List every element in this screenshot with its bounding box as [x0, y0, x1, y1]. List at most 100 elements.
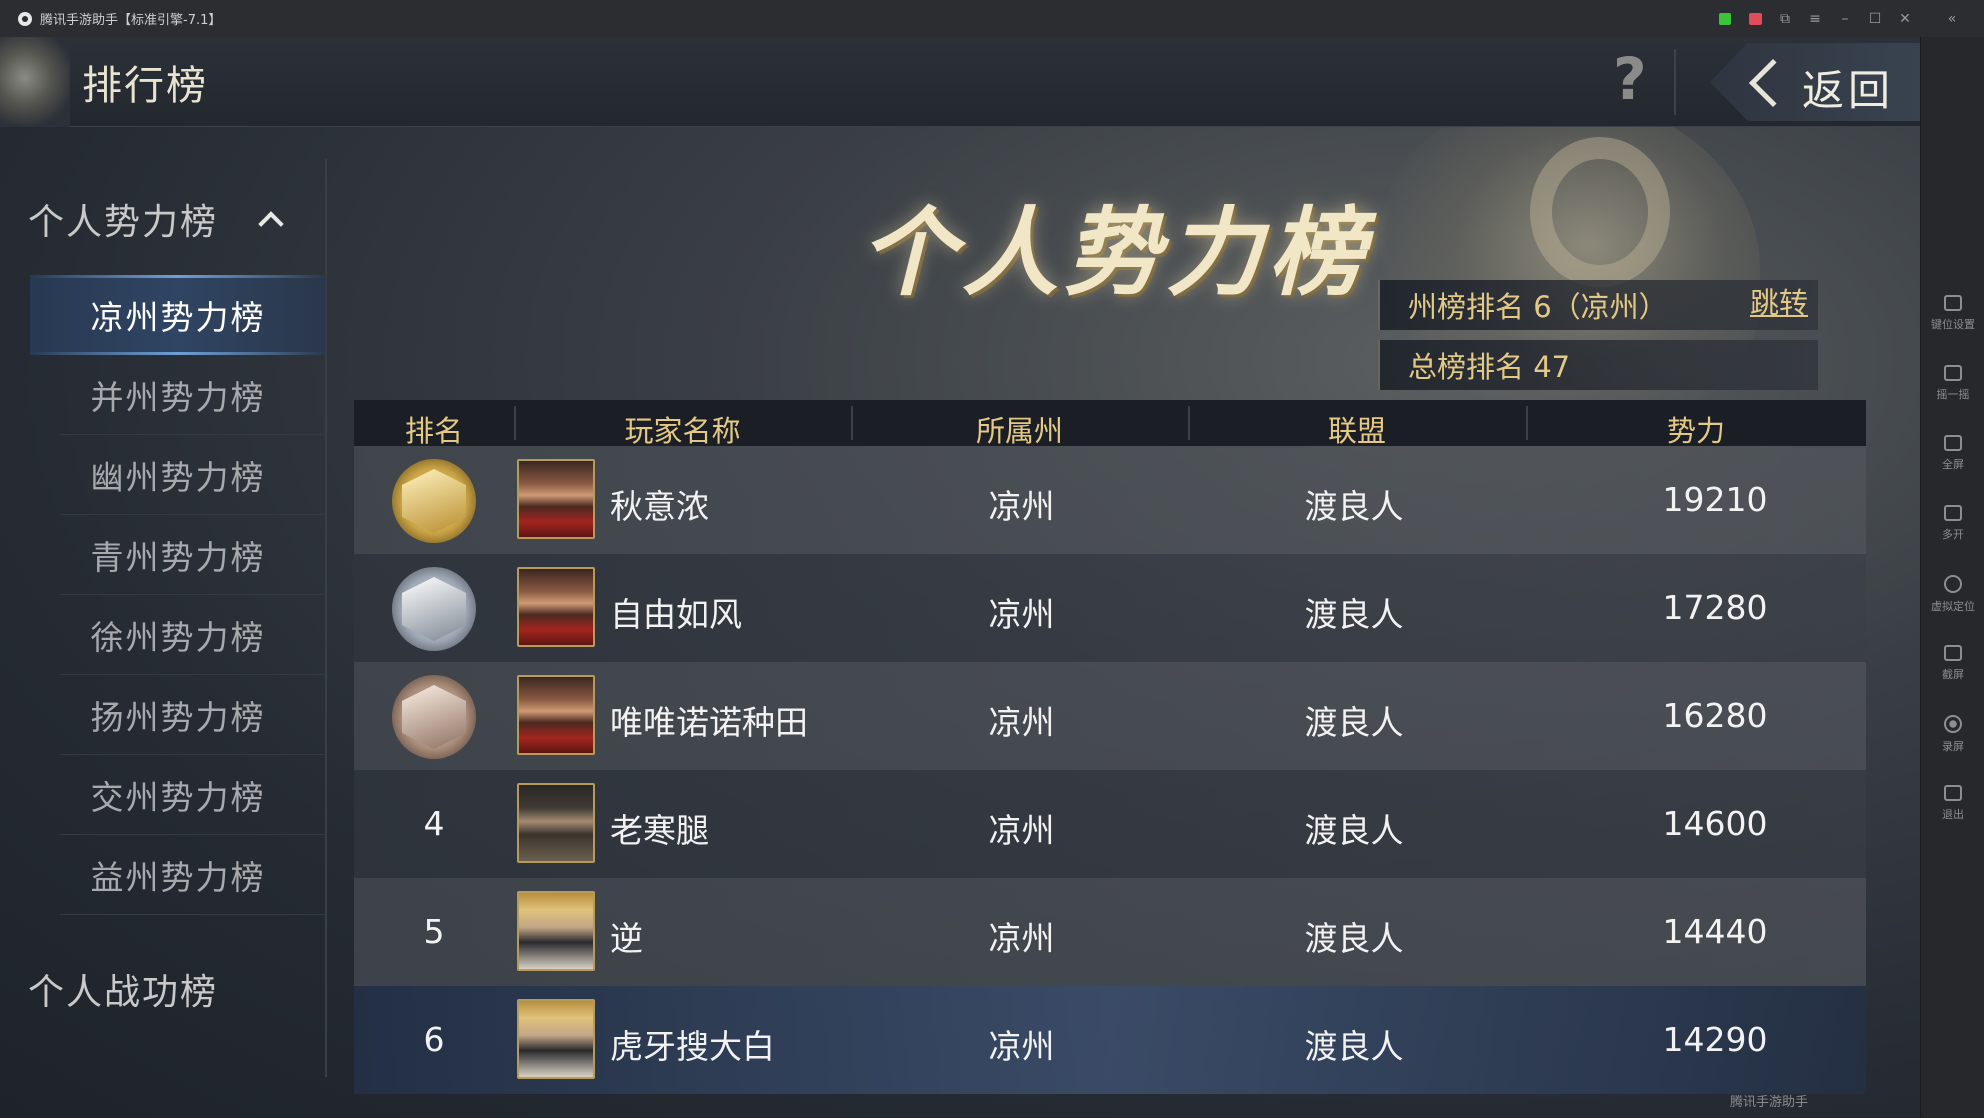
gift-icon[interactable]	[1740, 0, 1770, 37]
player-power: 14600	[1662, 804, 1768, 843]
nav-item-xuzhou[interactable]: 徐州势力榜	[30, 595, 326, 675]
nav-item-label: 交州势力榜	[90, 778, 266, 817]
multi-instance-button[interactable]: 多开	[1921, 505, 1984, 542]
back-button[interactable]: 返回	[1710, 43, 1920, 121]
location-icon	[1944, 575, 1962, 593]
header-divider	[1674, 49, 1676, 115]
table-row[interactable]: 自由如风 凉州 渡良人 17280	[354, 554, 1866, 662]
table-row[interactable]: 5 逆 凉州 渡良人 14440	[354, 878, 1866, 986]
shake-icon	[1944, 365, 1962, 381]
emulator-watermark: 腾讯手游助手	[1730, 1095, 1809, 1110]
total-rank-box: 总榜排名 47	[1378, 340, 1818, 390]
avatar[interactable]	[517, 999, 595, 1079]
table-row[interactable]: 4 老寒腿 凉州 渡良人 14600	[354, 770, 1866, 878]
pin-window-icon[interactable]: ⧉	[1770, 0, 1800, 37]
nav-item-label: 徐州势力榜	[90, 618, 266, 657]
table-row[interactable]: 秋意浓 凉州 渡良人 19210	[354, 446, 1866, 554]
player-name: 逆	[610, 919, 643, 958]
table-row[interactable]: 唯唯诺诺种田 凉州 渡良人 16280	[354, 662, 1866, 770]
avatar[interactable]	[517, 567, 595, 647]
game-viewport: 排行榜 ? 返回 个人势力榜 凉州势力榜 并州势力榜 幽州势力榜 青州势力榜 徐…	[0, 37, 1920, 1118]
nav-item-label: 青州势力榜	[90, 538, 266, 577]
nav-item-qingzhou[interactable]: 青州势力榜	[30, 515, 326, 595]
player-name: 虎牙搜大白	[610, 1027, 775, 1066]
close-button[interactable]: ✕	[1890, 0, 1920, 37]
avatar[interactable]	[517, 459, 595, 539]
nav-group-personal-merit[interactable]: 个人战功榜	[28, 963, 218, 1015]
record-button[interactable]: 录屏	[1921, 715, 1984, 754]
screenshot-icon	[1944, 645, 1962, 661]
player-power: 14290	[1662, 1020, 1768, 1059]
nav-item-jiaozhou[interactable]: 交州势力榜	[30, 755, 326, 835]
emulator-toolbar: 键位设置 摇一摇 全屏 多开 虚拟定位 截屏 录屏 退出	[1920, 37, 1984, 1118]
back-arrow-icon	[1748, 58, 1798, 108]
column-header-power: 势力	[1666, 414, 1725, 448]
chevron-up-icon[interactable]	[258, 211, 284, 237]
multi-instance-icon	[1944, 505, 1962, 521]
gold-medal-icon	[392, 459, 476, 543]
page-title: 排行榜	[82, 63, 208, 109]
game-header: 排行榜 ? 返回	[0, 37, 1920, 127]
tool-label: 键位设置	[1931, 318, 1975, 331]
player-power: 17280	[1662, 588, 1768, 627]
jump-link[interactable]: 跳转	[1750, 280, 1808, 322]
nav-item-label: 凉州势力榜	[90, 298, 266, 337]
emulator-title-bar: 腾讯手游助手【标准引擎-7.1】 ⧉ ≡ – ☐ ✕ «	[0, 0, 1984, 37]
collapse-toolbar-icon[interactable]: «	[1920, 0, 1984, 37]
tool-label: 多开	[1942, 528, 1964, 541]
nav-group-personal-power[interactable]: 个人势力榜	[28, 193, 218, 245]
nav-item-label: 益州势力榜	[90, 858, 266, 897]
tool-label: 录屏	[1942, 740, 1964, 753]
tool-label: 摇一摇	[1936, 388, 1970, 401]
player-name: 秋意浓	[610, 487, 709, 526]
key-settings-button[interactable]: 键位设置	[1921, 295, 1984, 332]
tool-label: 退出	[1942, 808, 1964, 821]
nav-item-yizhou[interactable]: 益州势力榜	[30, 835, 326, 915]
player-power: 16280	[1662, 696, 1768, 735]
rank-number: 4	[423, 804, 445, 843]
nav-item-liangzhou[interactable]: 凉州势力榜	[30, 275, 326, 355]
shake-button[interactable]: 摇一摇	[1921, 365, 1984, 402]
emulator-logo-icon	[18, 11, 32, 26]
fullscreen-button[interactable]: 全屏	[1921, 435, 1984, 472]
table-row-self[interactable]: 6 虎牙搜大白 凉州 渡良人 14290	[354, 986, 1866, 1094]
avatar[interactable]	[517, 783, 595, 863]
screenshot-button[interactable]: 截屏	[1921, 645, 1984, 682]
silver-medal-icon	[392, 567, 476, 651]
nav-item-youzhou[interactable]: 幽州势力榜	[30, 435, 326, 515]
back-button-label: 返回	[1802, 66, 1895, 115]
nav-item-label: 幽州势力榜	[90, 458, 266, 497]
column-header-rank: 排名	[404, 414, 463, 448]
nav-item-bingzhou[interactable]: 并州势力榜	[30, 355, 326, 435]
tool-label: 虚拟定位	[1931, 600, 1975, 613]
bronze-medal-icon	[392, 675, 476, 759]
avatar[interactable]	[517, 675, 595, 755]
player-name: 老寒腿	[610, 811, 709, 850]
state-rank-text: 州榜排名 6（凉州）	[1408, 290, 1668, 324]
nav-item-label: 扬州势力榜	[90, 698, 266, 737]
exit-button[interactable]: 退出	[1921, 785, 1984, 822]
banner-title: 个人势力榜	[860, 196, 1370, 309]
dragon-ring-decoration	[1530, 137, 1670, 287]
notification-icon[interactable]	[1710, 0, 1740, 37]
emulator-window-title: 腾讯手游助手【标准引擎-7.1】	[40, 13, 222, 28]
fullscreen-icon	[1944, 435, 1962, 451]
exit-icon	[1944, 785, 1962, 801]
maximize-button[interactable]: ☐	[1860, 0, 1890, 37]
menu-icon[interactable]: ≡	[1800, 0, 1830, 37]
table-header: 排名 玩家名称 所属州 联盟 势力	[354, 400, 1866, 448]
keyboard-icon	[1944, 295, 1962, 311]
virtual-location-button[interactable]: 虚拟定位	[1921, 575, 1984, 614]
rank-number: 6	[423, 1020, 445, 1059]
avatar[interactable]	[517, 891, 595, 971]
help-icon[interactable]: ?	[1613, 45, 1647, 113]
tool-label: 截屏	[1942, 668, 1964, 681]
game-emblem-icon	[0, 37, 70, 127]
ranking-table: 排名 玩家名称 所属州 联盟 势力 秋意浓 凉州 渡良人 19210 自由如风 …	[354, 400, 1866, 1094]
player-power: 14440	[1662, 912, 1768, 951]
column-header-player: 玩家名称	[624, 414, 741, 448]
minimize-button[interactable]: –	[1830, 0, 1860, 37]
total-rank-text: 总榜排名 47	[1408, 350, 1571, 384]
column-header-alliance: 联盟	[1327, 414, 1386, 448]
nav-item-yangzhou[interactable]: 扬州势力榜	[30, 675, 326, 755]
